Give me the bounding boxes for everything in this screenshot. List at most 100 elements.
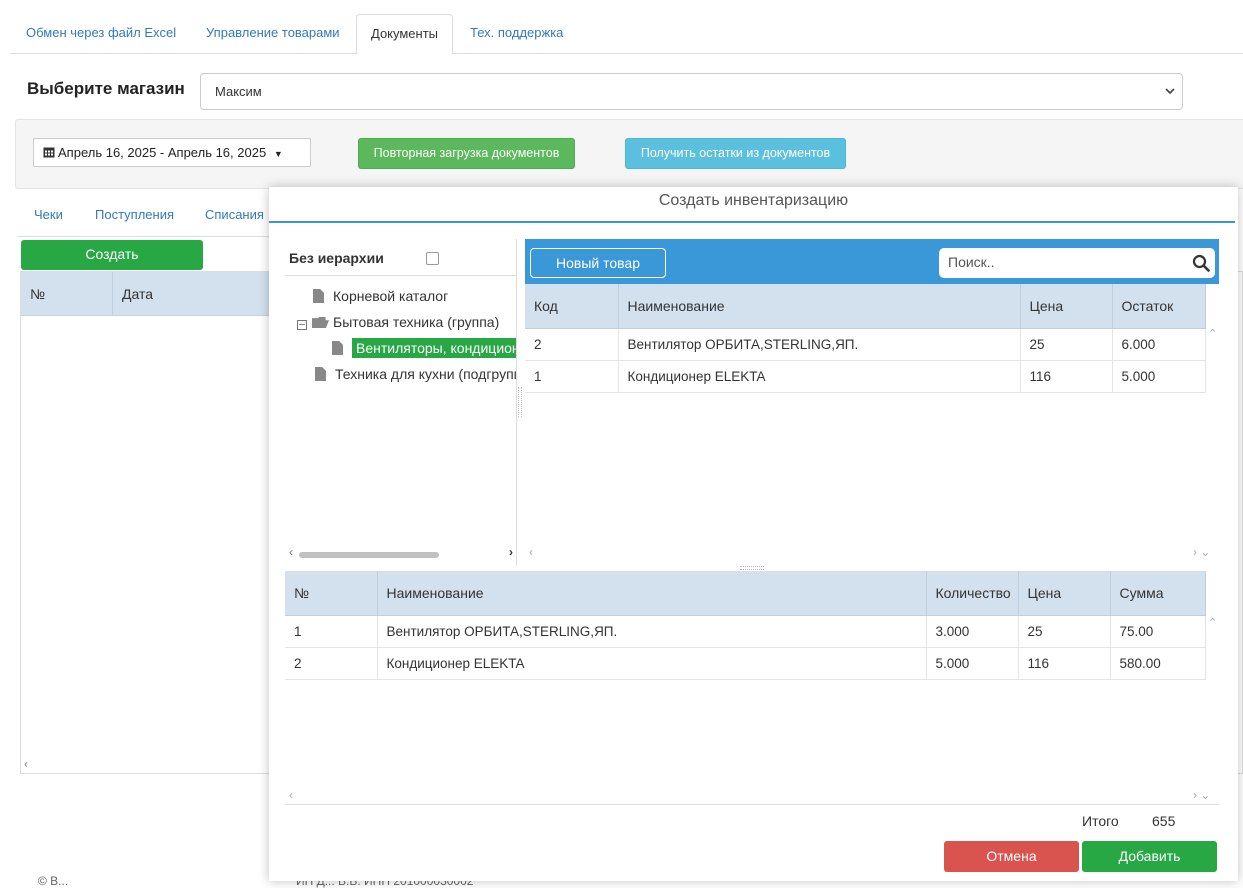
column-header-sum[interactable]: Сумма — [1110, 571, 1206, 616]
tree-node-label: Вентиляторы, кондиционеры — [352, 338, 516, 358]
scroll-left-icon[interactable]: ‹ — [289, 788, 293, 802]
cell-name: Кондиционер ELEKTA — [618, 360, 1021, 393]
calendar-icon — [43, 147, 55, 158]
divider — [17, 236, 277, 237]
tab-documents[interactable]: Документы — [356, 14, 454, 55]
tab-writeoffs[interactable]: Списания — [205, 207, 264, 222]
footer-copyright: © В... — [38, 874, 69, 888]
tree-horizontal-scrollbar[interactable]: ‹ › — [285, 545, 516, 561]
cell-no: 2 — [285, 647, 378, 680]
cell-name: Кондиционер ELEKTA — [377, 647, 927, 680]
date-range-picker[interactable]: Апрель 16, 2025 - Апрель 16, 2025 ▼ — [33, 138, 311, 167]
product-search — [939, 248, 1215, 278]
scroll-up-icon[interactable]: ⌃ — [1208, 327, 1217, 340]
tree-node-appliances[interactable]: – Бытовая техника (группа) — [297, 311, 499, 333]
column-header-code[interactable]: Код — [525, 284, 619, 329]
no-hierarchy-checkbox[interactable] — [426, 252, 439, 265]
documents-grid-header: № Дата — [21, 272, 271, 316]
cell-price: 25 — [1020, 328, 1113, 361]
category-tree: Без иерархии Корневой каталог – Бытовая т… — [285, 239, 517, 565]
table-row[interactable]: 1 Вентилятор ОРБИТА,STERLING,ЯП. 3.000 2… — [285, 615, 1206, 648]
search-input[interactable] — [948, 254, 1178, 270]
tree-node-label: Техника для кухни (подгруппа) — [335, 366, 517, 382]
column-header-qty[interactable]: Количество — [926, 571, 1019, 616]
column-header-name[interactable]: Наименование — [618, 284, 1021, 329]
table-row[interactable]: 2 Кондиционер ELEKTA 5.000 116 580.00 — [285, 647, 1206, 680]
store-select-value: Максим — [215, 84, 262, 99]
get-stock-button[interactable]: Получить остатки из документов — [625, 138, 846, 169]
tab-receipts[interactable]: Чеки — [34, 207, 63, 222]
cell-sum: 580.00 — [1110, 647, 1206, 680]
column-header-no[interactable]: № — [285, 571, 378, 616]
vertical-splitter[interactable] — [518, 387, 522, 417]
file-icon — [315, 367, 326, 381]
scrollbar-thumb[interactable] — [299, 552, 439, 558]
cancel-button[interactable]: Отмена — [944, 841, 1079, 872]
cell-price: 116 — [1018, 647, 1111, 680]
folder-open-icon — [312, 317, 329, 328]
products-pane: Новый товар Код Наименование Цена Остато… — [525, 239, 1219, 565]
cell-stock: 5.000 — [1112, 360, 1206, 393]
tree-node-label: Бытовая техника (группа) — [333, 314, 500, 330]
tab-support[interactable]: Тех. поддержка — [456, 14, 577, 54]
total-value: 655 — [1152, 813, 1176, 829]
cell-name: Вентилятор ОРБИТА,STERLING,ЯП. — [618, 328, 1021, 361]
tab-product-management[interactable]: Управление товарами — [192, 14, 354, 54]
table-header-row: Код Наименование Цена Остаток — [525, 284, 1206, 329]
add-button[interactable]: Добавить — [1082, 841, 1217, 872]
top-tabs: Обмен через файл Excel Управление товара… — [10, 14, 1243, 55]
caret-down-icon: ▼ — [273, 149, 283, 159]
column-header-price[interactable]: Цена — [1020, 284, 1113, 329]
inventory-items-table: № Наименование Количество Цена Сумма 1 В… — [285, 571, 1206, 680]
cell-code: 2 — [525, 328, 619, 361]
tree-node-fans-conditioners[interactable]: Вентиляторы, кондиционеры — [332, 337, 516, 359]
scroll-right-icon[interactable]: › ⌄ — [1193, 788, 1210, 802]
create-inventory-modal: Создать инвентаризацию Без иерархии Корн… — [269, 187, 1238, 881]
file-icon — [313, 289, 324, 303]
cell-no: 1 — [285, 615, 378, 648]
cell-stock: 6.000 — [1112, 328, 1206, 361]
tree-node-root[interactable]: Корневой каталог — [313, 285, 448, 307]
cell-code: 1 — [525, 360, 619, 393]
file-icon — [332, 341, 343, 355]
search-icon[interactable] — [1192, 254, 1210, 272]
cell-price: 25 — [1018, 615, 1111, 648]
products-toolbar: Новый товар — [525, 239, 1219, 284]
store-label: Выберите магазин — [27, 79, 185, 98]
date-range-value: Апрель 16, 2025 - Апрель 16, 2025 — [58, 145, 267, 160]
scroll-up-icon[interactable]: ⌃ — [1208, 616, 1217, 629]
scroll-right-icon[interactable]: › — [509, 545, 513, 559]
table-row[interactable]: 1 Кондиционер ELEKTA 116 5.000 — [525, 360, 1206, 393]
cell-price: 116 — [1020, 360, 1113, 393]
products-table: Код Наименование Цена Остаток 2 Вентилят… — [525, 284, 1206, 393]
table-row[interactable]: 2 Вентилятор ОРБИТА,STERLING,ЯП. 25 6.00… — [525, 328, 1206, 361]
horizontal-splitter[interactable] — [740, 566, 764, 570]
total-label: Итого — [1082, 813, 1119, 829]
tab-arrivals[interactable]: Поступления — [95, 207, 174, 222]
create-button[interactable]: Создать — [21, 240, 203, 270]
tab-excel-exchange[interactable]: Обмен через файл Excel — [12, 14, 190, 54]
no-hierarchy-label: Без иерархии — [289, 250, 384, 266]
column-header-price[interactable]: Цена — [1018, 571, 1111, 616]
scroll-right-icon[interactable]: › ⌄ — [1193, 545, 1210, 559]
cell-qty[interactable]: 5.000 — [926, 647, 1019, 680]
new-product-button[interactable]: Новый товар — [530, 248, 666, 278]
column-header-name[interactable]: Наименование — [377, 571, 927, 616]
scroll-left-icon[interactable]: ‹ — [289, 545, 293, 559]
chevron-down-icon — [1165, 88, 1175, 95]
store-select[interactable]: Максим — [200, 73, 1183, 110]
cell-sum: 75.00 — [1110, 615, 1206, 648]
tree-header: Без иерархии — [285, 239, 516, 276]
reload-documents-button[interactable]: Повторная загрузка документов — [358, 138, 575, 169]
table-header-row: № Наименование Количество Цена Сумма — [285, 571, 1206, 616]
scroll-left-icon[interactable]: ‹ — [24, 757, 28, 771]
column-header-date[interactable]: Дата — [122, 286, 153, 302]
tree-node-label: Корневой каталог — [333, 288, 449, 304]
divider — [285, 804, 1219, 805]
column-header-no[interactable]: № — [30, 286, 45, 302]
scroll-left-icon[interactable]: ‹ — [529, 545, 533, 559]
collapse-icon[interactable]: – — [297, 320, 307, 330]
column-header-stock[interactable]: Остаток — [1112, 284, 1206, 329]
cell-qty[interactable]: 3.000 — [926, 615, 1019, 648]
tree-node-kitchen[interactable]: Техника для кухни (подгруппа) — [315, 363, 517, 385]
